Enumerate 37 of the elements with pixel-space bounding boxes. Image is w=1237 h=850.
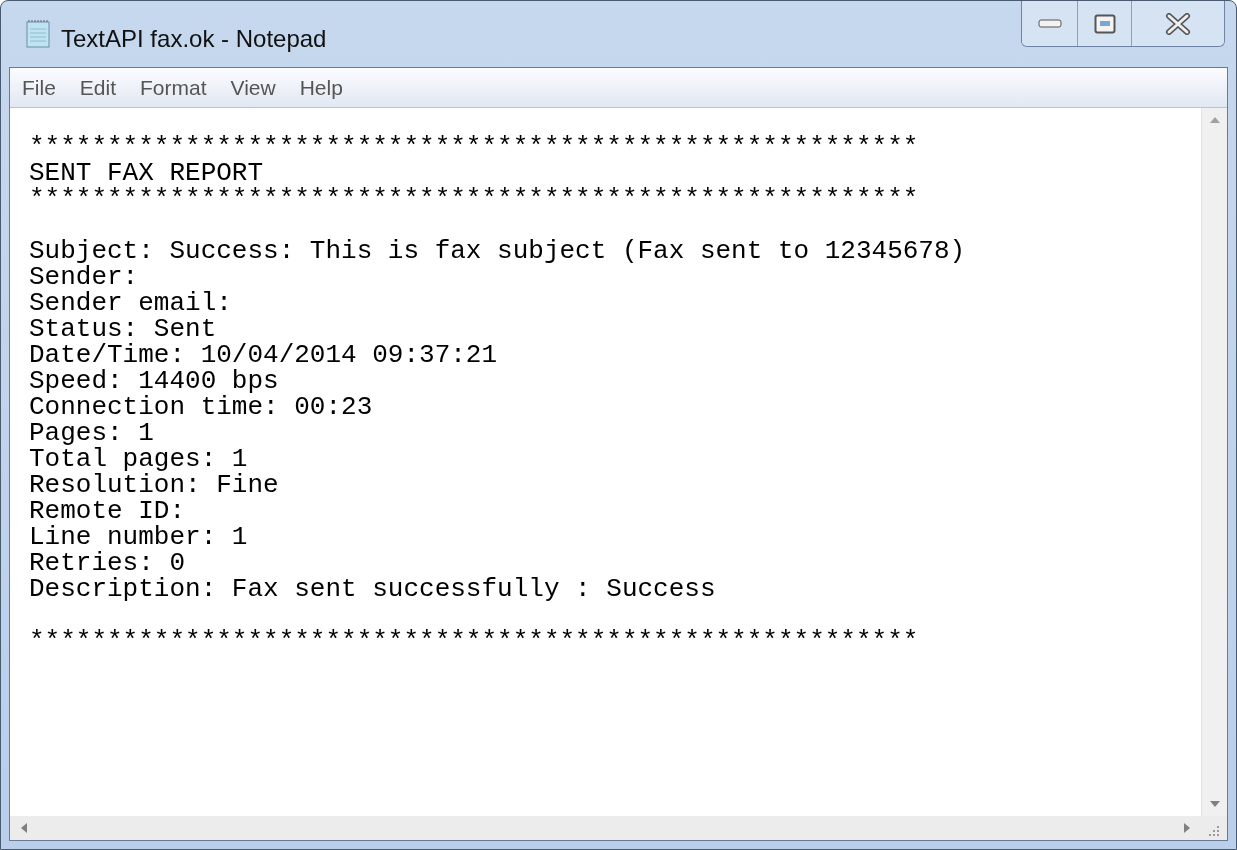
text-line: Status: Sent xyxy=(29,316,217,342)
text-line: Description: Fax sent successfully : Success xyxy=(29,576,716,602)
horizontal-scrollbar[interactable] xyxy=(10,816,1201,840)
minimize-icon xyxy=(1037,18,1062,29)
window-title: TextAPI fax.ok - Notepad xyxy=(61,24,327,54)
scroll-left-icon xyxy=(20,822,28,834)
maximize-button[interactable] xyxy=(1078,1,1132,46)
text-line: Connection time: 00:23 xyxy=(29,394,373,420)
menu-item[interactable]: Help xyxy=(299,71,343,104)
text-line: Subject: Success: This is fax subject (Fax sent to 12345678) xyxy=(29,238,966,264)
text-line: Resolution: Fine xyxy=(29,472,279,498)
menu-item[interactable]: Edit xyxy=(79,71,117,104)
text-line: Sender: xyxy=(29,264,139,290)
text-line: Retries: 0 xyxy=(29,550,186,576)
text-line: ********************************************************* xyxy=(29,628,919,654)
text-line: Total pages: 1 xyxy=(29,446,248,472)
text-line: Line number: 1 xyxy=(29,524,248,550)
text-line: ********************************************************* xyxy=(29,134,919,160)
text-line: Sender email: xyxy=(29,290,232,316)
text-line: Pages: 1 xyxy=(29,420,154,446)
scroll-up-icon xyxy=(1208,116,1221,124)
text-line: Speed: 14400 bps xyxy=(29,368,279,394)
menu-item[interactable]: File xyxy=(22,71,56,104)
text-line: Date/Time: 10/04/2014 09:37:21 xyxy=(29,342,498,368)
text-line: SENT FAX REPORT xyxy=(29,160,264,186)
resize-grip-icon[interactable] xyxy=(1208,825,1220,837)
close-button[interactable] xyxy=(1132,1,1224,46)
scroll-down-icon xyxy=(1208,800,1221,808)
scroll-right-icon xyxy=(1183,822,1191,834)
text-line: Remote ID: xyxy=(29,498,186,524)
menu-item[interactable]: Format xyxy=(140,71,207,104)
close-icon xyxy=(1165,12,1191,35)
text-line: ********************************************************* xyxy=(29,186,919,212)
vertical-scrollbar[interactable] xyxy=(1201,108,1227,816)
menu-item[interactable]: View xyxy=(230,71,276,104)
maximize-icon xyxy=(1093,13,1116,34)
notepad-icon xyxy=(23,19,53,49)
